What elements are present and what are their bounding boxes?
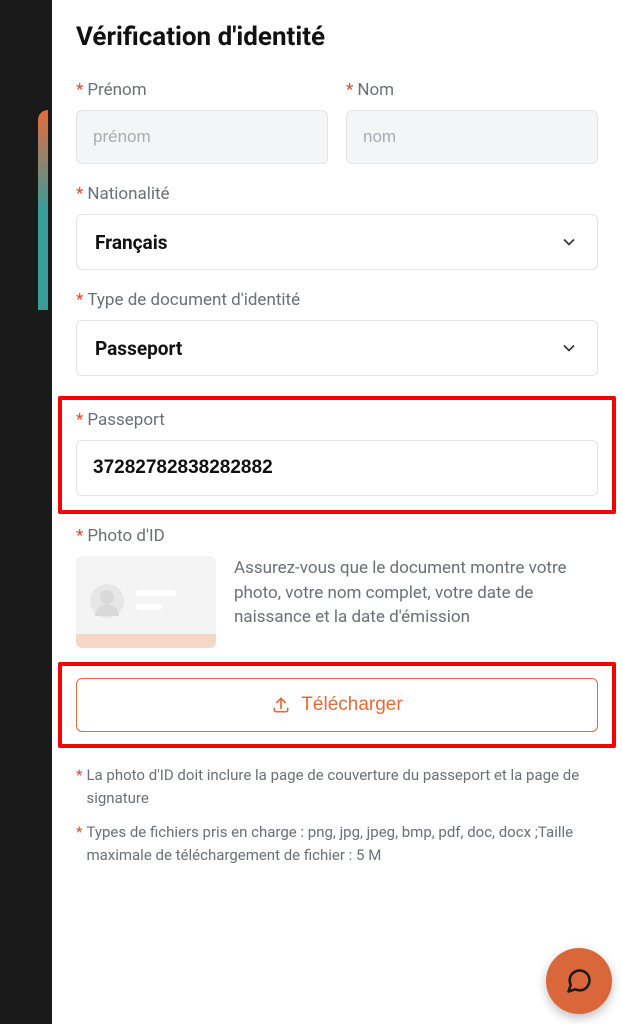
nationality-select[interactable]: Français (76, 214, 598, 270)
note-1: *La photo d'ID doit inclure la page de c… (76, 764, 598, 811)
upload-highlight: Télécharger (58, 662, 616, 748)
last-name-label: *Nom (346, 80, 598, 100)
chat-support-button[interactable] (546, 948, 612, 1014)
nationality-label: *Nationalité (76, 184, 598, 204)
passport-input[interactable] (76, 440, 598, 496)
chevron-down-icon (559, 338, 579, 358)
first-name-label: *Prénom (76, 80, 328, 100)
last-name-field: *Nom (346, 80, 598, 164)
passport-highlight: *Passeport (58, 396, 616, 514)
passport-label: *Passeport (76, 410, 598, 430)
identity-verification-card: Vérification d'identité *Prénom *Nom *Na… (52, 0, 622, 1024)
doc-type-label: *Type de document d'identité (76, 290, 598, 310)
photo-id-hint: Assurez-vous que le document montre votr… (234, 556, 598, 630)
side-accent-stripe (38, 110, 48, 310)
chat-icon (565, 967, 593, 995)
chevron-down-icon (559, 232, 579, 252)
upload-button[interactable]: Télécharger (76, 678, 598, 732)
first-name-field: *Prénom (76, 80, 328, 164)
doc-type-selected-value: Passeport (95, 337, 182, 360)
id-card-placeholder-icon (76, 556, 216, 648)
passport-field: *Passeport (76, 410, 598, 496)
page-title: Vérification d'identité (76, 22, 598, 52)
note-2: *Types de fichiers pris en charge : png,… (76, 821, 598, 868)
last-name-input[interactable] (346, 110, 598, 164)
doc-type-field: *Type de document d'identité Passeport (76, 290, 598, 376)
doc-type-select[interactable]: Passeport (76, 320, 598, 376)
photo-id-label: *Photo d'ID (76, 526, 598, 546)
first-name-input[interactable] (76, 110, 328, 164)
photo-id-field: *Photo d'ID Assurez-vous que le document… (76, 526, 598, 648)
upload-button-label: Télécharger (301, 694, 402, 716)
upload-icon (271, 695, 291, 715)
nationality-field: *Nationalité Français (76, 184, 598, 270)
nationality-selected-value: Français (95, 231, 168, 254)
